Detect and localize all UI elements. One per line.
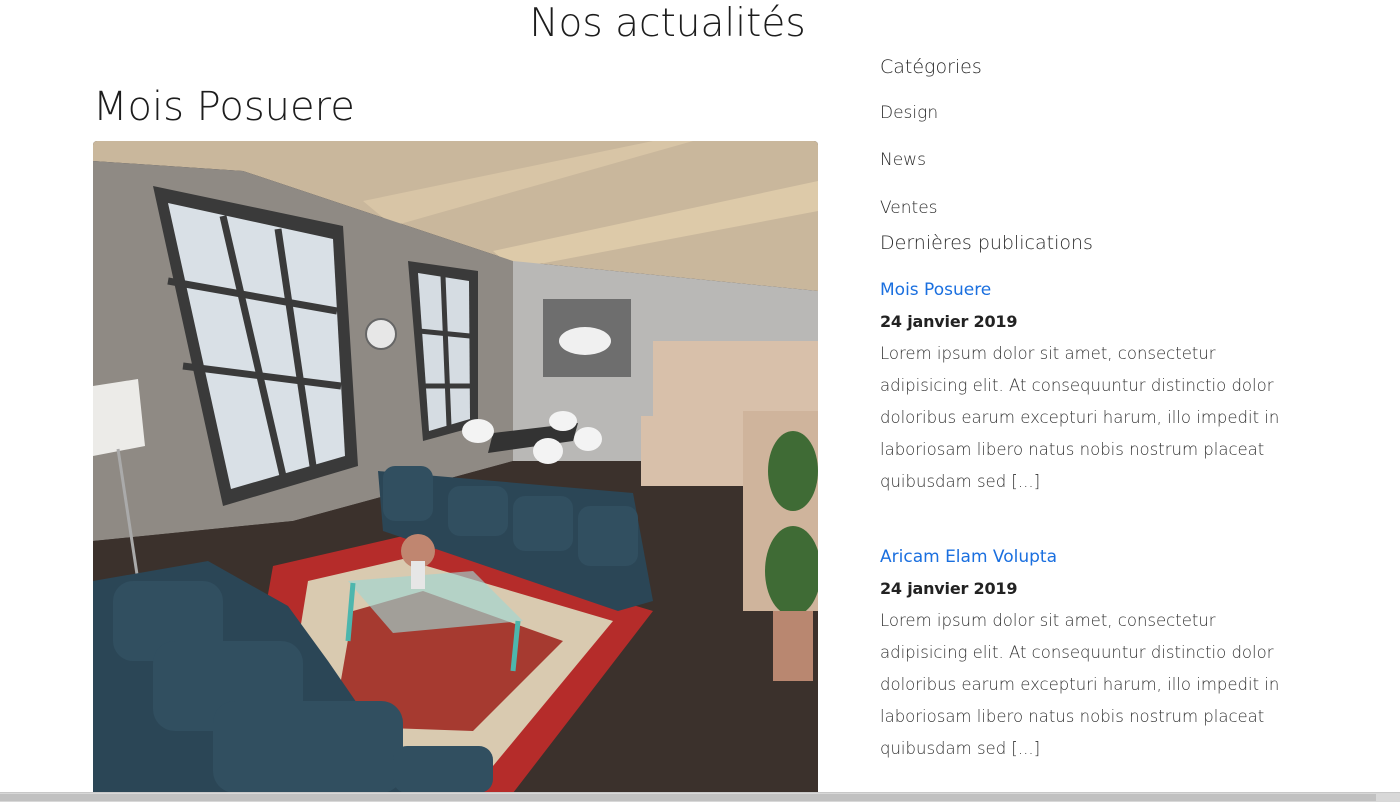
recent-post: Mois Posuere 24 janvier 2019 Lorem ipsum… — [880, 278, 1300, 498]
recent-post-excerpt: Lorem ipsum dolor sit amet, consectetur … — [880, 344, 1280, 491]
post-featured-image[interactable] — [93, 141, 818, 793]
category-link-ventes[interactable]: Ventes — [880, 198, 938, 218]
post-title[interactable]: Mois Posuere — [93, 83, 355, 131]
scrollbar-thumb[interactable] — [0, 794, 1376, 801]
recent-post-date: 24 janvier 2019 — [880, 579, 1018, 598]
recent-post: Aricam Elam Volupta 24 janvier 2019 Lore… — [880, 545, 1300, 765]
recent-post-title-link[interactable]: Mois Posuere — [880, 278, 1300, 302]
recent-post-title-link[interactable]: Aricam Elam Volupta — [880, 545, 1300, 569]
recent-posts-heading: Dernières publications — [880, 232, 1093, 254]
categories-heading: Catégories — [880, 56, 982, 78]
horizontal-scrollbar[interactable] — [0, 792, 1400, 802]
living-room-image — [93, 141, 818, 793]
category-link-news[interactable]: News — [880, 150, 926, 170]
category-link-design[interactable]: Design — [880, 103, 938, 123]
recent-post-date: 24 janvier 2019 — [880, 312, 1018, 331]
recent-post-excerpt: Lorem ipsum dolor sit amet, consectetur … — [880, 611, 1280, 758]
page-title: Nos actualités — [529, 1, 806, 46]
